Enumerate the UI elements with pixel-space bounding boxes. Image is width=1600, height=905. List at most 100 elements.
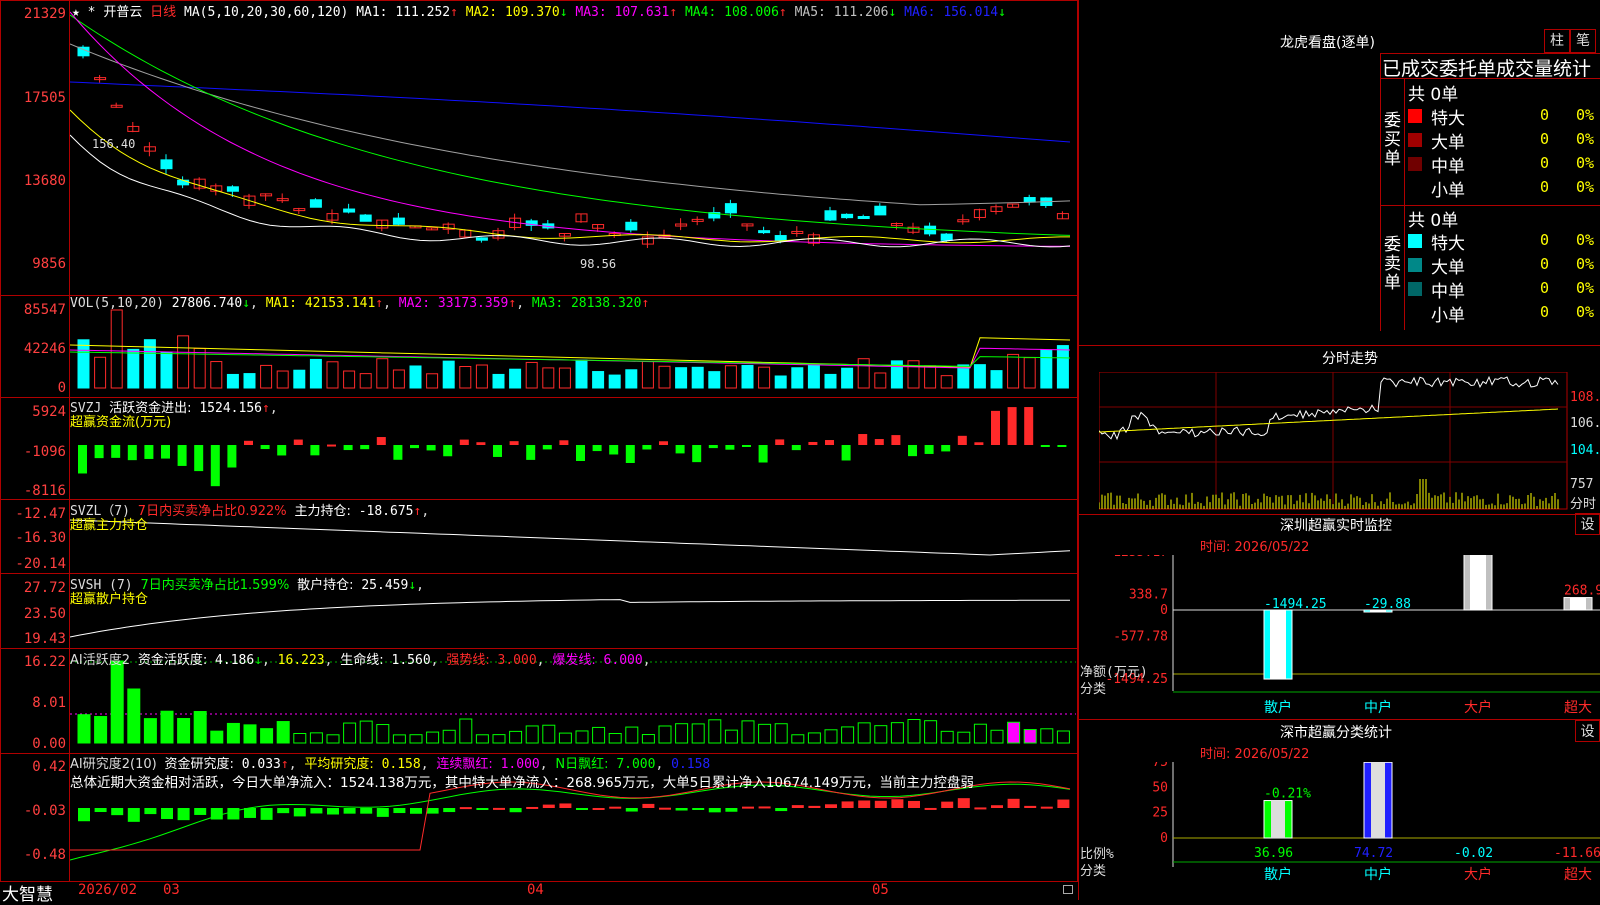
research-bar	[891, 799, 904, 808]
research-bar	[443, 808, 456, 813]
activity-bar	[276, 721, 290, 744]
svzj-bar	[974, 442, 984, 445]
candle	[724, 203, 737, 214]
main-chart-canvas[interactable]	[70, 0, 1076, 882]
monitor-y-label: 0	[1160, 603, 1168, 618]
activity-bar	[94, 716, 108, 744]
volume-bar	[309, 358, 322, 389]
candle	[127, 125, 140, 132]
activity-bar	[874, 725, 888, 744]
volume-bar	[226, 373, 239, 389]
svzj-bar	[791, 445, 801, 451]
monitor-category-label: 中户	[1364, 699, 1392, 716]
volume-bar	[774, 375, 787, 389]
volume-bar	[625, 369, 638, 389]
brand-label: 大智慧	[2, 885, 53, 905]
classify-axis-name: 比例%	[1080, 847, 1114, 862]
vol-y-label: 42246	[23, 341, 66, 357]
activity-bar	[293, 732, 307, 744]
ma3: MA3: 107.631↑	[575, 5, 678, 20]
lock-icon[interactable]	[1063, 885, 1073, 894]
svzj-bar	[459, 439, 469, 445]
price-y-label: 17505	[23, 90, 66, 106]
volume-bar	[973, 364, 986, 389]
activity-bar	[309, 732, 323, 744]
volume-bar	[542, 367, 555, 389]
low-mark: 98.56	[580, 257, 617, 271]
buy-total: 共 0单	[1408, 85, 1459, 105]
candle	[758, 230, 771, 234]
classify-y-label: 50	[1152, 780, 1168, 795]
buy-row-count: 0	[1540, 106, 1550, 124]
monitor-value-label: -29.88	[1364, 597, 1411, 612]
activity-bar	[558, 732, 572, 744]
candle	[160, 159, 173, 170]
research-bar	[675, 808, 688, 811]
activity-bar	[226, 722, 240, 744]
research-bar	[194, 808, 207, 815]
sz-monitor-settings-button[interactable]: 设	[1575, 513, 1600, 535]
svzl-y-label: -20.14	[15, 556, 66, 572]
volume-bar	[359, 373, 372, 389]
buy-row-pct: 0%	[1576, 130, 1595, 148]
activity-bar	[127, 688, 141, 744]
classify-y-label: 0	[1160, 831, 1168, 846]
volume-bar	[77, 339, 90, 389]
sell-row-pct: 0%	[1576, 255, 1595, 273]
intraday-chart[interactable]	[1099, 372, 1569, 510]
buy-row-name: 中单	[1431, 157, 1465, 177]
research-bar	[991, 805, 1003, 808]
svzj-bar	[244, 440, 253, 445]
svzl-line	[70, 519, 1071, 556]
svzj-bar	[675, 445, 685, 454]
activity-bar	[426, 731, 440, 744]
candle	[558, 233, 571, 237]
sz-classify-settings-button[interactable]: 设	[1575, 720, 1600, 742]
activity-bar	[542, 724, 556, 744]
volume-bar	[1056, 345, 1069, 389]
research-bar	[742, 806, 754, 809]
svzj-bar	[592, 445, 602, 452]
ma2: MA2: 109.370↓	[465, 5, 568, 20]
activity-bar	[807, 732, 821, 744]
svsh-y-label: 19.43	[23, 631, 66, 647]
volume-bar	[608, 374, 621, 389]
volume-bar	[110, 309, 123, 389]
activity-bar	[359, 720, 373, 744]
svzj-bar	[874, 439, 884, 445]
tiger-title: 龙虎看盘(逐单)	[1280, 35, 1375, 51]
volume-bar	[641, 360, 654, 389]
svzj-bar	[410, 445, 419, 449]
ma5-line	[70, 43, 1071, 206]
buy-row-pct: 0%	[1576, 106, 1595, 124]
svzj-bar	[393, 445, 403, 460]
svsh-line	[70, 599, 1070, 638]
volume-bar	[675, 367, 688, 389]
ai-activity-header: AI活跃度2 资金活跃度: 4.186↓, 16.223, 生命线: 1.560…	[70, 653, 651, 668]
sell-row-pct: 0%	[1576, 279, 1595, 297]
research-bar	[542, 804, 555, 808]
sz-classify-chart: 75 50 25 0 36.96 散户 74.72 中户 -0.02 大户 -11.66 超大 -0.2…	[1080, 762, 1600, 883]
ai-activity-y-label: 8.01	[32, 695, 66, 711]
sell-row-count: 0	[1540, 255, 1550, 273]
volume-bar	[326, 361, 339, 389]
activity-bar	[708, 719, 722, 744]
bar-mode-button[interactable]: 柱	[1544, 29, 1570, 53]
buy-row-count: 0	[1540, 178, 1550, 196]
activity-bar	[924, 720, 938, 744]
svzj-bar	[625, 445, 635, 463]
svzj-bar	[526, 445, 536, 460]
ma4: MA4: 108.006↑	[684, 5, 787, 20]
svsh-y-label: 27.72	[23, 580, 66, 596]
sell-row-swatch	[1408, 258, 1422, 272]
svzj-bar	[210, 445, 220, 487]
volume-bar	[127, 348, 140, 389]
svzj-bar	[161, 445, 170, 459]
tick-mode-button[interactable]: 笔	[1570, 29, 1596, 53]
sell-row-name: 特大	[1431, 234, 1465, 254]
activity-bar	[1040, 728, 1054, 744]
research-bar	[908, 800, 920, 808]
price-y-label: 9856	[32, 256, 66, 272]
volume-bar	[343, 370, 356, 389]
volume-bar	[392, 369, 405, 389]
